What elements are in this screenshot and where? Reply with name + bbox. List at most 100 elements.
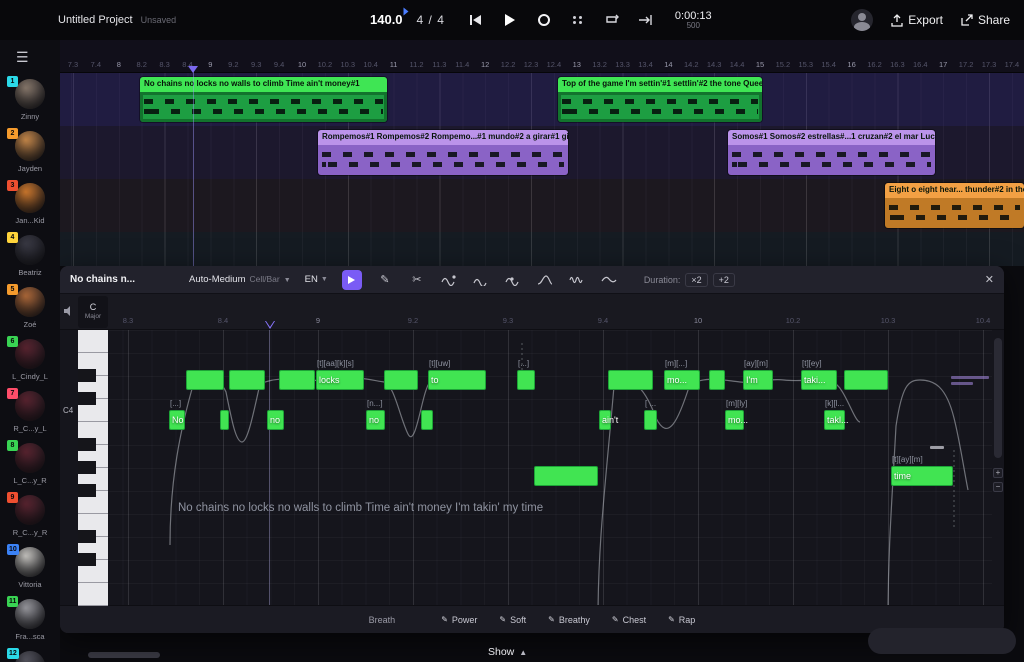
track-row-2[interactable]: Eight o eight hear... thunder#2 in the [60, 179, 1024, 232]
piano-key-white[interactable] [78, 330, 108, 353]
editor-ruler[interactable]: 8.38.499.29.39.41010.210.310.4 [108, 294, 992, 329]
export-button[interactable]: Export [891, 13, 943, 27]
piano-key-black[interactable] [78, 369, 96, 382]
midi-note[interactable] [229, 370, 265, 390]
close-editor-button[interactable]: ✕ [985, 273, 994, 286]
expression-toggle[interactable]: ✎Rap [668, 615, 695, 625]
key-signature-button[interactable]: C Major [78, 296, 108, 328]
scissors-tool-icon[interactable]: ✂ [408, 271, 426, 289]
note-roll[interactable]: No chains no locks no walls to climb Tim… [108, 330, 992, 605]
pitch-line-tool-icon[interactable] [472, 271, 490, 289]
project-title[interactable]: Untitled Project [58, 14, 133, 26]
smooth-tool-icon[interactable] [600, 271, 618, 289]
midi-note[interactable]: no[n...] [366, 410, 385, 430]
timeline-clip[interactable]: No chains no locks no walls to climb Tim… [140, 77, 387, 122]
sidebar-track-item[interactable]: 4Beatriz [0, 232, 60, 284]
sidebar-track-item[interactable]: 11Fra...sca [0, 596, 60, 648]
track-row-1[interactable]: Rompemos#1 Rompemos#2 Rompemo...#1 mundo… [60, 126, 1024, 179]
pitch-anchor-tool-icon[interactable] [504, 271, 522, 289]
piano-key-black[interactable] [78, 484, 96, 497]
breath-label[interactable]: Breath [369, 615, 396, 625]
midi-note[interactable]: time[t][ay][m] [891, 466, 953, 486]
language-select[interactable]: EN ▼ [305, 274, 328, 285]
time-signature[interactable]: 4 / 4 [417, 13, 445, 27]
midi-note[interactable]: no [267, 410, 284, 430]
midi-note[interactable] [279, 370, 315, 390]
sidebar-track-item[interactable]: 5Zoé [0, 284, 60, 336]
piano-key-black[interactable] [78, 392, 96, 405]
timeline-ruler[interactable]: 7.37.488.28.38.499.29.39.41010.210.310.4… [60, 40, 1024, 73]
sidebar-track-item[interactable]: 10Vittoria [0, 544, 60, 596]
sidebar-track-item[interactable]: 12 [0, 648, 60, 662]
editor-playhead[interactable] [269, 330, 270, 605]
midi-note[interactable] [608, 370, 653, 390]
midi-note[interactable] [534, 466, 598, 486]
midi-note[interactable] [384, 370, 418, 390]
vertical-scrollbar[interactable] [994, 338, 1002, 458]
expression-toggle[interactable]: ✎Breathy [548, 615, 590, 625]
loop-button[interactable] [603, 11, 621, 29]
timeline-clip[interactable]: Rompemos#1 Rompemos#2 Rompemo...#1 mundo… [318, 130, 568, 175]
sidebar-track-item[interactable]: 9R_C...y_R [0, 492, 60, 544]
sidebar-track-item[interactable]: 2Jayden [0, 128, 60, 180]
metronome-grid-icon[interactable] [569, 11, 587, 29]
midi-note[interactable]: taki...[t][ey] [801, 370, 837, 390]
midi-note[interactable] [186, 370, 224, 390]
piano-key-black[interactable] [78, 530, 96, 543]
dynamics-tool-icon[interactable] [536, 271, 554, 289]
show-panel-button[interactable]: Show▲ [488, 646, 527, 658]
piano-key-black[interactable] [78, 553, 96, 566]
editor-playhead-triangle-icon[interactable] [265, 321, 275, 329]
editor-clip-name[interactable]: No chains n... [70, 274, 175, 285]
timeline-playhead[interactable] [193, 66, 194, 266]
midi-note[interactable]: mo...[m][ly] [725, 410, 744, 430]
record-button[interactable] [535, 11, 553, 29]
timeline-clip[interactable]: Top of the game I'm settin'#1 settlin'#2… [558, 77, 762, 122]
midi-note[interactable]: mo...[m][...] [664, 370, 700, 390]
piano-key-black[interactable] [78, 438, 96, 451]
expression-toggle[interactable]: ✎Power [441, 615, 477, 625]
sidebar-track-item[interactable]: 6L_Cindy_L [0, 336, 60, 388]
midi-note[interactable]: takl...[k][l... [824, 410, 845, 430]
piano-key-white[interactable] [78, 583, 108, 606]
pitch-mode-select[interactable]: Auto-Medium Cell/Bar ▼ [189, 274, 291, 285]
account-avatar[interactable] [851, 9, 873, 31]
midi-note[interactable]: [...] [517, 370, 535, 390]
midi-note[interactable] [844, 370, 888, 390]
midi-note[interactable]: No[...] [169, 410, 185, 430]
tempo-value[interactable]: 140.0 [370, 12, 403, 27]
piano-key-black[interactable] [78, 461, 96, 474]
track-row-3[interactable] [60, 232, 1024, 266]
skip-to-start-button[interactable] [467, 11, 485, 29]
pitch-draw-tool-icon[interactable] [440, 271, 458, 289]
timeline-clip[interactable]: Somos#1 Somos#2 estrellas#...1 cruzan#2 … [728, 130, 935, 175]
play-button[interactable] [501, 11, 519, 29]
share-button[interactable]: Share [961, 13, 1010, 27]
punch-in-button[interactable] [637, 11, 655, 29]
midi-note[interactable]: locks[t][aa][k][s] [316, 370, 364, 390]
midi-note[interactable] [220, 410, 229, 430]
zoom-out-button[interactable]: − [993, 482, 1003, 492]
midi-note[interactable]: [ ... [644, 410, 657, 430]
menu-button[interactable]: ☰ [0, 40, 60, 74]
duration-x2-button[interactable]: ×2 [685, 273, 707, 287]
sidebar-track-item[interactable]: 1Zinny [0, 76, 60, 128]
editor-play-button[interactable] [342, 270, 362, 290]
midi-note[interactable]: ain't [599, 410, 611, 430]
midi-note[interactable] [421, 410, 433, 430]
sidebar-track-item[interactable]: 8L_C...y_R [0, 440, 60, 492]
midi-note[interactable]: to[t][uw] [428, 370, 486, 390]
sidebar-track-item[interactable]: 7R_C...y_L [0, 388, 60, 440]
horizontal-scrollbar[interactable] [88, 652, 160, 658]
vibrato-tool-icon[interactable] [568, 271, 586, 289]
sidebar-track-item[interactable]: 3Jan...Kid [0, 180, 60, 232]
preview-speaker-icon[interactable] [63, 304, 75, 322]
expression-toggle[interactable]: ✎Chest [612, 615, 646, 625]
track-row-0[interactable]: No chains no locks no walls to climb Tim… [60, 73, 1024, 126]
midi-note[interactable]: I'm[ay][m] [743, 370, 773, 390]
timeline-clip[interactable]: Eight o eight hear... thunder#2 in the [885, 183, 1024, 228]
zoom-in-button[interactable]: + [993, 468, 1003, 478]
duration-plus2-button[interactable]: +2 [713, 273, 735, 287]
midi-note[interactable] [709, 370, 725, 390]
pencil-tool-icon[interactable]: ✎ [376, 271, 394, 289]
